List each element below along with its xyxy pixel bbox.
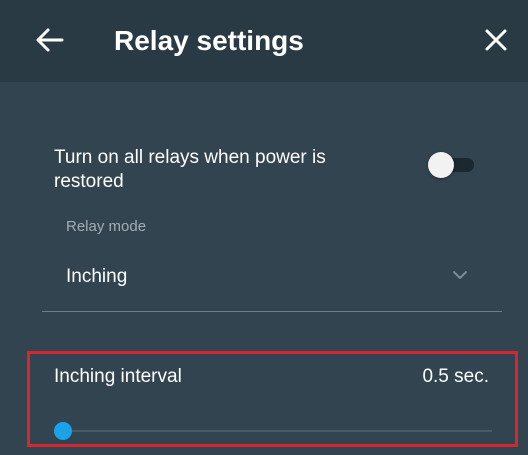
- chevron-down-icon: [453, 271, 467, 279]
- relay-mode-underline: [42, 311, 502, 312]
- arrow-left-icon: [36, 28, 64, 52]
- slider-track: [54, 430, 492, 432]
- page-title: Relay settings: [114, 25, 304, 56]
- relay-mode-caption: Relay mode: [66, 218, 147, 235]
- power-restore-label: Turn on all relays when power is restore…: [54, 147, 326, 192]
- close-icon: [485, 29, 507, 51]
- inching-interval-value: 0.5 sec.: [422, 366, 489, 387]
- power-restore-toggle[interactable]: [428, 152, 476, 178]
- inching-interval-slider[interactable]: [53, 418, 492, 444]
- header-bar: Relay settings: [0, 0, 528, 82]
- inching-interval-label: Inching interval: [54, 366, 182, 387]
- relay-mode-dropdown[interactable]: Inching: [42, 252, 502, 312]
- relay-mode-value: Inching: [66, 266, 128, 287]
- relay-settings-panel: Relay settings Turn on all relays when p…: [0, 0, 528, 455]
- toggle-thumb: [428, 152, 454, 178]
- close-button[interactable]: [478, 22, 514, 58]
- slider-thumb[interactable]: [53, 422, 72, 440]
- back-button[interactable]: [32, 22, 68, 58]
